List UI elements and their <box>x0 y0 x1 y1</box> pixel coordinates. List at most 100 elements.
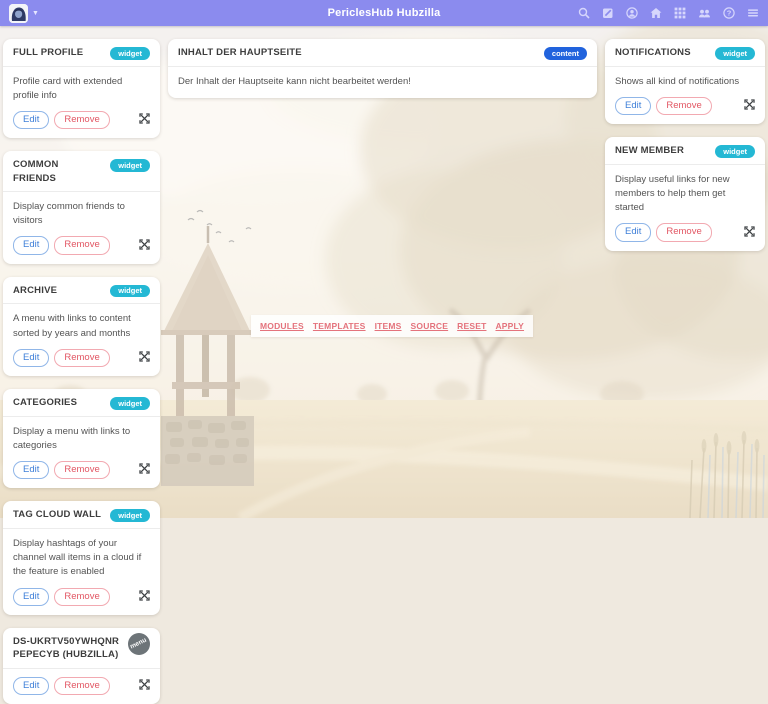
edit-button[interactable]: Edit <box>13 677 49 695</box>
block-card: NOTIFICATIONS widget Shows all kind of n… <box>605 39 765 124</box>
region-right-aside: NOTIFICATIONS widget Shows all kind of n… <box>605 39 765 251</box>
card-header: FULL PROFILE widget <box>3 39 160 67</box>
card-body: Shows all kind of notifications Edit Rem… <box>605 67 765 125</box>
edit-button[interactable]: Edit <box>13 461 49 479</box>
card-title: NEW MEMBER <box>615 144 684 157</box>
remove-button[interactable]: Remove <box>54 588 109 606</box>
edit-button[interactable]: Edit <box>13 349 49 367</box>
help-icon[interactable]: ? <box>723 7 735 19</box>
remove-button[interactable]: Remove <box>54 349 109 367</box>
block-card: INHALT DER HAUPTSEITE content Der Inhalt… <box>168 39 597 98</box>
card-body: Der Inhalt der Hauptseite kann nicht bea… <box>168 67 597 98</box>
card-body: A menu with links to content sorted by y… <box>3 304 160 376</box>
remove-button[interactable]: Remove <box>656 223 711 241</box>
card-header: NEW MEMBER widget <box>605 137 765 165</box>
card-description: Display a menu with links to categories <box>13 425 150 454</box>
block-card: DS-UKRTV50YWHQNR PEPECYB (HUBZILLA) menu… <box>3 628 160 704</box>
card-description: Display hashtags of your channel wall it… <box>13 537 150 580</box>
block-card: NEW MEMBER widget Display useful links f… <box>605 137 765 251</box>
card-header: ARCHIVE widget <box>3 277 160 305</box>
card-body: Profile card with extended profile info … <box>3 67 160 139</box>
pagebuilder-link-source[interactable]: SOURCE <box>411 321 449 331</box>
search-icon[interactable] <box>578 7 590 19</box>
card-header: DS-UKRTV50YWHQNR PEPECYB (HUBZILLA) menu <box>3 628 160 669</box>
pagebuilder-link-apply[interactable]: APPLY <box>495 321 524 331</box>
card-body: Edit Remove <box>3 669 160 704</box>
move-handle-icon[interactable] <box>139 237 150 255</box>
card-title: FULL PROFILE <box>13 46 83 59</box>
pagebuilder-link-modules[interactable]: MODULES <box>260 321 304 331</box>
move-handle-icon[interactable] <box>744 97 755 115</box>
card-description: A menu with links to content sorted by y… <box>13 312 150 341</box>
card-title: NOTIFICATIONS <box>615 46 691 59</box>
remove-button[interactable]: Remove <box>54 236 109 254</box>
home-icon[interactable] <box>650 7 662 19</box>
menu-icon[interactable] <box>747 7 759 19</box>
card-description: Profile card with extended profile info <box>13 75 150 104</box>
card-body: Display useful links for new members to … <box>605 165 765 251</box>
card-type-badge: widget <box>110 509 150 522</box>
card-actions: Edit Remove <box>13 349 150 367</box>
remove-button[interactable]: Remove <box>54 461 109 479</box>
move-handle-icon[interactable] <box>139 461 150 479</box>
pagebuilder-link-templates[interactable]: TEMPLATES <box>313 321 366 331</box>
pagebuilder-menu: MODULES TEMPLATES ITEMS SOURCE RESET APPLY <box>251 315 533 337</box>
edit-button[interactable]: Edit <box>13 236 49 254</box>
edit-button[interactable]: Edit <box>615 97 651 115</box>
block-card: COMMON FRIENDS widget Display common fri… <box>3 151 160 263</box>
card-header: NOTIFICATIONS widget <box>605 39 765 67</box>
card-description: Der Inhalt der Hauptseite kann nicht bea… <box>178 75 587 89</box>
card-actions: Edit Remove <box>615 223 755 241</box>
card-title: DS-UKRTV50YWHQNR PEPECYB (HUBZILLA) <box>13 635 122 662</box>
move-handle-icon[interactable] <box>139 349 150 367</box>
card-actions: Edit Remove <box>13 111 150 129</box>
svg-text:?: ? <box>727 9 732 18</box>
avatar[interactable] <box>9 4 28 23</box>
chevron-down-icon[interactable]: ▼ <box>32 10 39 17</box>
people-icon[interactable] <box>698 7 711 19</box>
card-type-badge: menu <box>128 633 150 655</box>
remove-button[interactable]: Remove <box>656 97 711 115</box>
card-type-badge: content <box>544 47 587 60</box>
move-handle-icon[interactable] <box>139 677 150 695</box>
card-header: COMMON FRIENDS widget <box>3 151 160 192</box>
card-title: TAG CLOUD WALL <box>13 508 101 521</box>
card-type-badge: widget <box>110 397 150 410</box>
block-card: ARCHIVE widget A menu with links to cont… <box>3 277 160 376</box>
edit-button[interactable]: Edit <box>13 588 49 606</box>
card-actions: Edit Remove <box>13 588 150 606</box>
pagebuilder-link-reset[interactable]: RESET <box>457 321 486 331</box>
region-content: INHALT DER HAUPTSEITE content Der Inhalt… <box>168 39 597 98</box>
edit-button[interactable]: Edit <box>615 223 651 241</box>
card-actions: Edit Remove <box>13 677 150 695</box>
apps-icon[interactable] <box>674 7 686 19</box>
region-aside: FULL PROFILE widget Profile card with ex… <box>3 39 160 704</box>
move-handle-icon[interactable] <box>744 224 755 242</box>
move-handle-icon[interactable] <box>139 588 150 606</box>
card-title: COMMON FRIENDS <box>13 158 104 185</box>
card-title: ARCHIVE <box>13 284 57 297</box>
card-header: INHALT DER HAUPTSEITE content <box>168 39 597 67</box>
card-title: CATEGORIES <box>13 396 77 409</box>
card-actions: Edit Remove <box>13 236 150 254</box>
card-header: CATEGORIES widget <box>3 389 160 417</box>
block-card: FULL PROFILE widget Profile card with ex… <box>3 39 160 138</box>
navbar: ▼ PericlesHub Hubzilla ? <box>0 0 768 26</box>
card-type-badge: widget <box>715 47 755 60</box>
card-type-badge: widget <box>715 145 755 158</box>
pencil-icon[interactable] <box>602 7 614 19</box>
card-actions: Edit Remove <box>13 461 150 479</box>
card-body: Display hashtags of your channel wall it… <box>3 529 160 615</box>
edit-button[interactable]: Edit <box>13 111 49 129</box>
block-card: TAG CLOUD WALL widget Display hashtags o… <box>3 501 160 615</box>
remove-button[interactable]: Remove <box>54 677 109 695</box>
card-type-badge: widget <box>110 159 150 172</box>
card-header: TAG CLOUD WALL widget <box>3 501 160 529</box>
pagebuilder-link-items[interactable]: ITEMS <box>375 321 402 331</box>
account-icon[interactable] <box>626 7 638 19</box>
remove-button[interactable]: Remove <box>54 111 109 129</box>
move-handle-icon[interactable] <box>139 111 150 129</box>
card-body: Display common friends to visitors Edit … <box>3 192 160 264</box>
card-title: INHALT DER HAUPTSEITE <box>178 46 302 59</box>
card-body: Display a menu with links to categories … <box>3 417 160 489</box>
